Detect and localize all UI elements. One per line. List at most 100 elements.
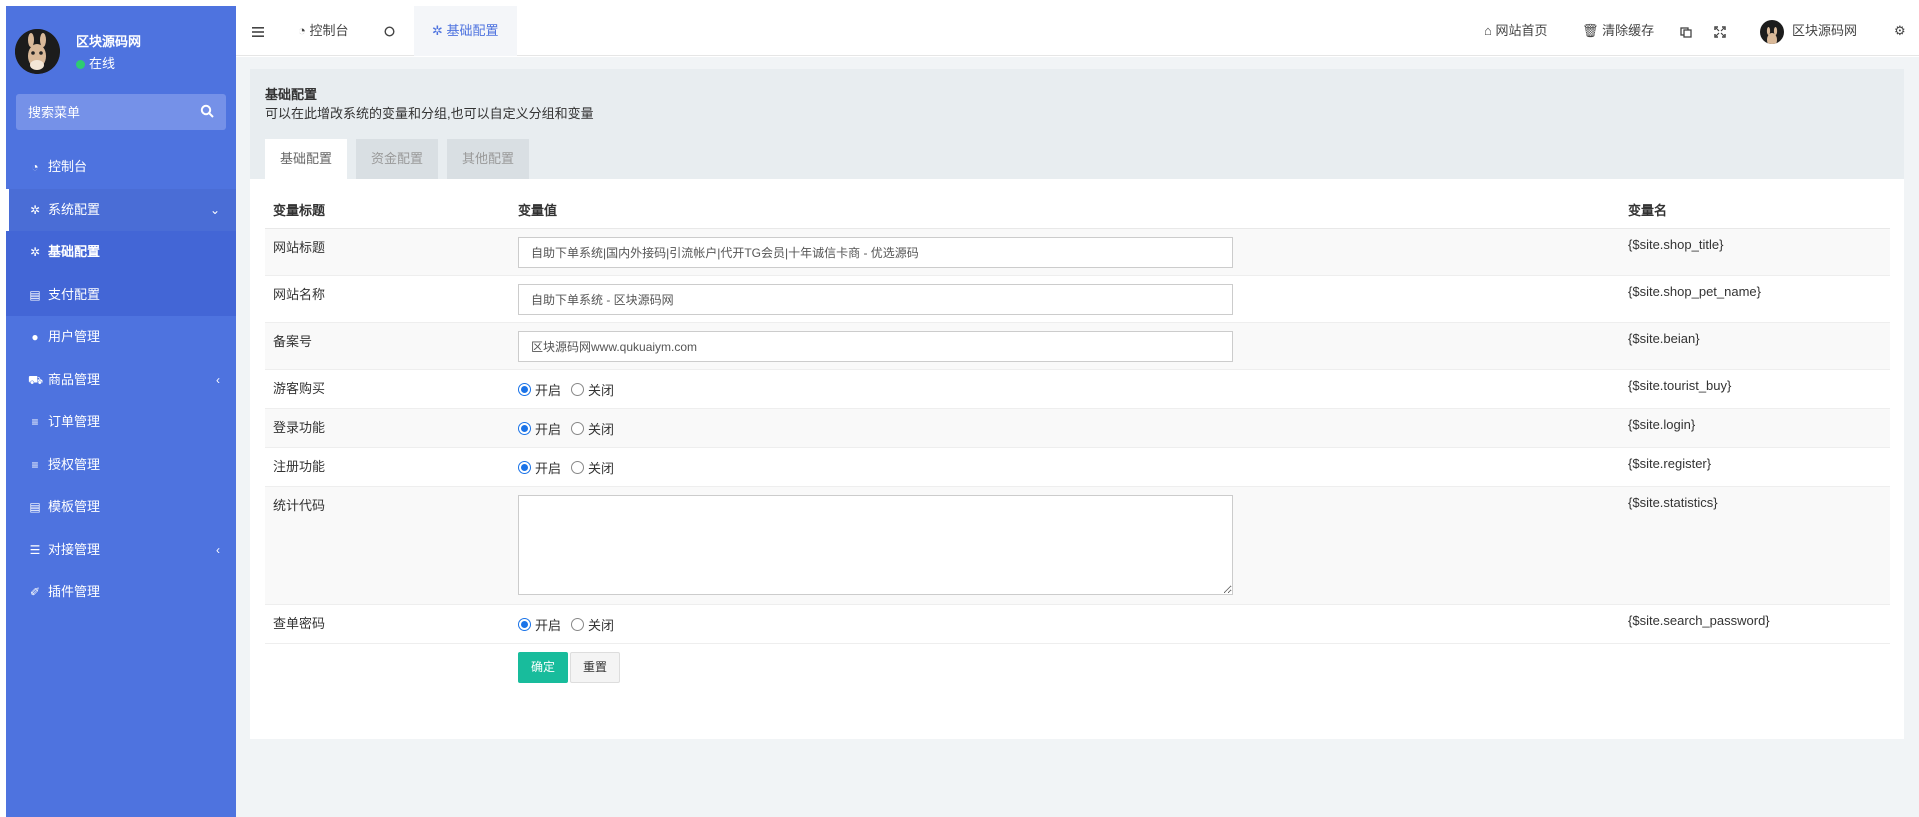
row-var-name: {$site.beian} bbox=[1620, 322, 1890, 370]
menu-search bbox=[16, 94, 226, 130]
menu-search-input[interactable] bbox=[16, 94, 196, 130]
user-menu[interactable]: 区块源码网 bbox=[1760, 6, 1857, 56]
cart-icon: ⛟ bbox=[28, 372, 44, 387]
sidebar-item-integration[interactable]: ☰ 对接管理 ‹ bbox=[6, 529, 236, 572]
list-icon: ≡ bbox=[31, 457, 39, 472]
tab-basic-config[interactable]: ✲ 基础配置 bbox=[414, 6, 517, 56]
row-title: 游客购买 bbox=[265, 369, 510, 409]
gear-icon: ✲ bbox=[432, 23, 443, 38]
user-status-label: 在线 bbox=[89, 56, 116, 71]
page-title: 基础配置 bbox=[265, 87, 318, 102]
table-row: 登录功能 开启 关闭 {$site.login} bbox=[265, 408, 1890, 448]
hamburger-menu-icon[interactable] bbox=[252, 6, 264, 56]
sidebar-item-label: 商品管理 bbox=[48, 371, 101, 387]
form-actions-row: 确定 重置 bbox=[265, 643, 1890, 691]
row-title: 查单密码 bbox=[265, 604, 510, 644]
sidebar-item-label: 对接管理 bbox=[48, 541, 101, 557]
sidebar-item-orders[interactable]: ≡ 订单管理 bbox=[6, 401, 236, 444]
table-icon: ▤ bbox=[29, 287, 41, 302]
table-row: 查单密码 开启 关闭 {$site.search_password} bbox=[265, 604, 1890, 644]
row-var-name: {$site.shop_title} bbox=[1620, 228, 1890, 276]
sidebar-item-label: 控制台 bbox=[48, 159, 88, 174]
language-icon[interactable] bbox=[1680, 6, 1692, 56]
tab-fund-config[interactable]: 资金配置 bbox=[356, 139, 439, 179]
sidebar-item-payment-config[interactable]: ▤ 支付配置 bbox=[6, 273, 236, 316]
sidebar-item-templates[interactable]: ▤ 模板管理 bbox=[6, 486, 236, 529]
row-var-name: {$site.statistics} bbox=[1620, 486, 1890, 605]
row-var-name: {$site.login} bbox=[1620, 408, 1890, 448]
user-menu-name: 区块源码网 bbox=[1792, 23, 1858, 38]
clear-cache-label: 清除缓存 bbox=[1602, 23, 1655, 38]
column-header-name: 变量名 bbox=[1620, 191, 1890, 229]
row-title: 登录功能 bbox=[265, 408, 510, 448]
row-title: 网站名称 bbox=[265, 275, 510, 323]
row-title: 注册功能 bbox=[265, 447, 510, 487]
sidebar-item-basic-config[interactable]: ✲ 基础配置 bbox=[6, 231, 236, 274]
clear-cache-button[interactable]: 🗑 清除缓存 bbox=[1582, 6, 1654, 56]
avatar[interactable] bbox=[15, 29, 60, 74]
config-panel: 基础配置 可以在此增改系统的变量和分组,也可以自定义分组和变量 基础配置 资金配… bbox=[250, 69, 1904, 739]
online-dot-icon bbox=[76, 60, 85, 70]
top-navbar: ◔ 控制台 ✲ 基础配置 ⌂ 网站首页 🗑 清除缓存 区块源码网 ⚙ bbox=[236, 6, 1919, 56]
row-title: 统计代码 bbox=[265, 486, 510, 605]
tab-dashboard-label: 控制台 bbox=[309, 23, 349, 38]
page-description: 可以在此增改系统的变量和分组,也可以自定义分组和变量 bbox=[265, 106, 594, 121]
radio-on-label: 开启 bbox=[535, 461, 562, 476]
radio-on[interactable] bbox=[518, 461, 531, 474]
radio-on[interactable] bbox=[518, 383, 531, 396]
sidebar-item-system-config[interactable]: ✲ 系统配置 ⌄ bbox=[6, 188, 236, 231]
refresh-circle-icon[interactable] bbox=[384, 6, 395, 56]
column-header-title: 变量标题 bbox=[265, 191, 510, 229]
user-name: 区块源码网 bbox=[76, 34, 142, 49]
table-row: 网站标题 {$site.shop_title} bbox=[265, 228, 1890, 276]
radio-off[interactable] bbox=[571, 383, 585, 396]
radio-on[interactable] bbox=[518, 618, 531, 631]
site-title-input[interactable] bbox=[518, 236, 1233, 268]
website-home-link[interactable]: ⌂ 网站首页 bbox=[1484, 6, 1548, 56]
gear-icon: ✲ bbox=[29, 202, 41, 217]
row-title: 备案号 bbox=[265, 322, 510, 370]
confirm-button[interactable]: 确定 bbox=[518, 651, 568, 683]
statistics-code-textarea[interactable] bbox=[518, 494, 1233, 595]
radio-off[interactable] bbox=[571, 618, 585, 631]
radio-on-label: 开启 bbox=[535, 618, 562, 633]
column-header-value: 变量值 bbox=[510, 191, 1620, 229]
config-table: 变量标题 变量值 变量名 网站标题 {$site.shop_title} 网站名… bbox=[265, 191, 1890, 691]
tab-dashboard[interactable]: ◔ 控制台 bbox=[298, 6, 349, 56]
table-header-row: 变量标题 变量值 变量名 bbox=[265, 191, 1890, 229]
beian-input[interactable] bbox=[518, 330, 1233, 362]
sidebar-item-label: 基础配置 bbox=[48, 244, 101, 259]
fullscreen-icon[interactable] bbox=[1714, 6, 1726, 56]
row-value-cell bbox=[510, 486, 1620, 605]
row-value-cell: 开启 关闭 bbox=[510, 604, 1620, 644]
radio-off[interactable] bbox=[571, 422, 585, 435]
sidebar-item-dashboard[interactable]: ◔ 控制台 bbox=[6, 146, 236, 189]
sidebar-item-goods[interactable]: ⛟ 商品管理 ‹ bbox=[6, 359, 236, 402]
table-row: 游客购买 开启 关闭 {$site.tourist_buy} bbox=[265, 369, 1890, 409]
panel-header: 基础配置 可以在此增改系统的变量和分组,也可以自定义分组和变量 基础配置 资金配… bbox=[250, 69, 1904, 179]
search-icon[interactable] bbox=[200, 104, 214, 118]
settings-gears-icon[interactable]: ⚙ bbox=[1894, 6, 1906, 56]
table-icon: ▤ bbox=[29, 500, 41, 514]
trash-icon: 🗑 bbox=[1582, 23, 1599, 38]
row-value-cell bbox=[510, 275, 1620, 323]
sidebar-item-authorization[interactable]: ≡ 授权管理 bbox=[6, 444, 236, 487]
radio-on[interactable] bbox=[518, 422, 531, 435]
user-icon: ● bbox=[31, 330, 39, 344]
tab-other-config[interactable]: 其他配置 bbox=[447, 139, 530, 179]
row-value-cell: 开启 关闭 bbox=[510, 447, 1620, 487]
row-value-cell bbox=[510, 322, 1620, 370]
radio-on-label: 开启 bbox=[535, 422, 562, 437]
login-radio-group: 开启 关闭 bbox=[518, 419, 624, 439]
sidebar-item-users[interactable]: ● 用户管理 bbox=[6, 316, 236, 359]
tab-basic-config[interactable]: 基础配置 bbox=[265, 139, 348, 179]
dashboard-icon: ◔ bbox=[31, 160, 39, 174]
sidebar-item-label: 用户管理 bbox=[48, 329, 101, 344]
reset-button[interactable]: 重置 bbox=[570, 651, 620, 683]
site-name-input[interactable] bbox=[518, 283, 1233, 315]
radio-off[interactable] bbox=[571, 461, 585, 474]
radio-on-label: 开启 bbox=[535, 383, 562, 398]
sidebar-item-label: 授权管理 bbox=[48, 456, 101, 472]
sidebar-item-plugins[interactable]: ✐ 插件管理 bbox=[6, 571, 236, 614]
radio-off-label: 关闭 bbox=[588, 422, 615, 437]
